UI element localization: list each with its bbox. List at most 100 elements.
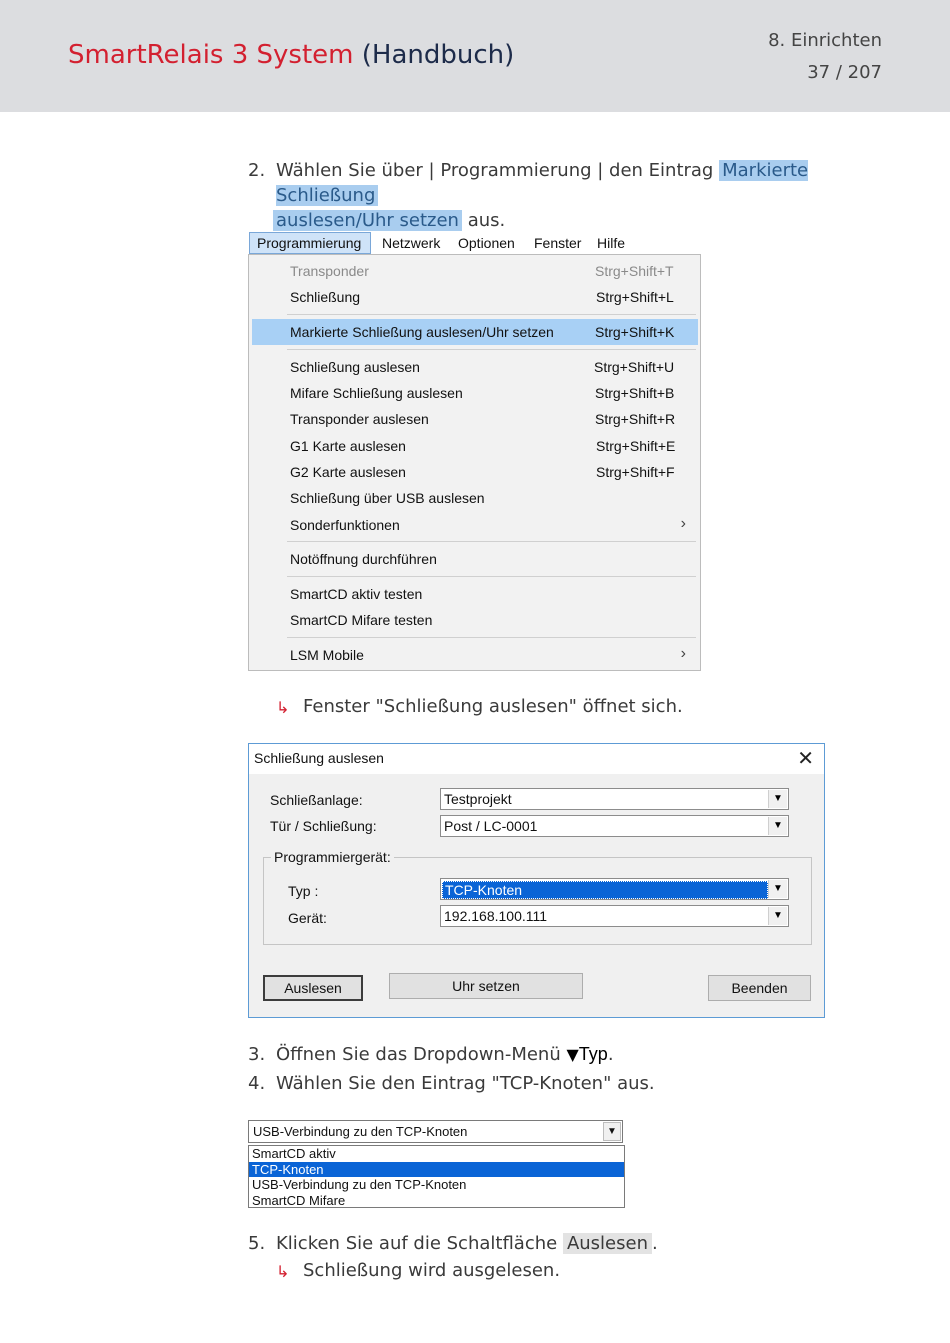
menu-item-schliessung[interactable]: Schließung Strg+Shift+L (249, 284, 700, 310)
auslesen-button[interactable]: Auslesen (263, 975, 363, 1001)
menu-separator (287, 576, 696, 577)
step-5-text: Klicken Sie auf die Schaltfläche Auslese… (276, 1231, 658, 1256)
beenden-button[interactable]: Beenden (708, 975, 811, 1001)
menu-item-label: LSM Mobile (290, 647, 364, 663)
tuer-label: Tür / Schließung: (270, 818, 377, 834)
menu-item-sonderfunktionen[interactable]: Sonderfunktionen › (249, 512, 700, 538)
page-number: 37 / 207 (807, 62, 882, 83)
chevron-down-icon[interactable]: ▼ (768, 790, 787, 808)
result-arrow-icon: ↳ (276, 1262, 290, 1281)
menu-item-smartcd-aktiv-testen[interactable]: SmartCD aktiv testen (249, 581, 700, 607)
typ-combobox[interactable]: USB-Verbindung zu den TCP-Knoten ▼ (248, 1120, 623, 1143)
typ-reference: Typ (578, 1044, 608, 1064)
menu-item-label: Transponder auslesen (290, 411, 429, 427)
menu-programmierung[interactable]: Programmierung (257, 235, 361, 251)
menu-item-label: G2 Karte auslesen (290, 464, 406, 480)
menu-item-mifare-schliessung-auslesen[interactable]: Mifare Schließung auslesen Strg+Shift+B (249, 380, 700, 406)
result-1-text: Fenster "Schließung auslesen" öffnet sic… (303, 696, 683, 717)
uhr-setzen-button[interactable]: Uhr setzen (389, 973, 583, 999)
menu-item-label: SmartCD Mifare testen (290, 612, 433, 628)
schliessung-auslesen-dialog: Schließung auslesen ✕ Schließanlage: Tes… (248, 743, 825, 1018)
step-3-end: . (607, 1044, 614, 1065)
programmierung-menu: Transponder Strg+Shift+T Schließung Strg… (248, 254, 701, 671)
menu-item-label: Transponder (290, 263, 369, 279)
step-number-5: 5. (248, 1233, 266, 1254)
dropdown-option-tcp-knoten[interactable]: TCP-Knoten (249, 1161, 624, 1177)
dropdown-option-smartcd-mifare[interactable]: SmartCD Mifare (249, 1193, 624, 1209)
option-label: SmartCD Mifare (252, 1192, 346, 1208)
document-title: SmartRelais 3 System (Handbuch) (68, 40, 514, 70)
chevron-down-icon[interactable]: ▼ (768, 907, 787, 925)
geraet-select[interactable]: 192.168.100.111 ▼ (440, 905, 789, 927)
tuer-select[interactable]: Post / LC-0001 ▼ (440, 815, 789, 837)
programmiergeraet-group (263, 857, 812, 945)
dropdown-arrow-icon: ▼ (566, 1045, 579, 1064)
menu-item-shortcut: Strg+Shift+R (595, 411, 676, 427)
menu-item-g2-karte-auslesen[interactable]: G2 Karte auslesen Strg+Shift+F (249, 459, 700, 485)
menu-item-shortcut: Strg+Shift+L (596, 289, 674, 305)
step-4-text: Wählen Sie den Eintrag "TCP-Knoten" aus. (276, 1073, 655, 1094)
close-icon[interactable]: ✕ (797, 746, 814, 771)
dropdown-option-usb-verbindung[interactable]: USB-Verbindung zu den TCP-Knoten (249, 1177, 624, 1193)
menu-item-smartcd-mifare-testen[interactable]: SmartCD Mifare testen (249, 607, 700, 633)
chevron-right-icon: › (680, 645, 686, 662)
menu-item-g1-karte-auslesen[interactable]: G1 Karte auslesen Strg+Shift+E (249, 433, 700, 459)
menu-item-label: Schließung (290, 289, 361, 305)
schliessanlage-label: Schließanlage: (270, 792, 363, 808)
chevron-down-icon[interactable]: ▼ (768, 817, 787, 835)
menu-separator (287, 541, 696, 542)
menu-item-shortcut: Strg+Shift+K (595, 324, 675, 340)
menu-separator (287, 637, 696, 638)
menu-item-shortcut: Strg+Shift+U (594, 359, 675, 375)
chevron-right-icon: › (680, 515, 686, 532)
menu-bar: Programmierung Netzwerk Optionen Fenster… (248, 231, 700, 255)
geraet-value: 192.168.100.111 (444, 908, 548, 924)
dropdown-option-smartcd-aktiv[interactable]: SmartCD aktiv (249, 1146, 624, 1162)
typ-select[interactable]: TCP-Knoten ▼ (440, 878, 789, 900)
typ-value: TCP-Knoten (442, 881, 768, 899)
menu-item-markierte-schliessung[interactable]: Markierte Schließung auslesen/Uhr setzen… (252, 319, 698, 345)
menu-netzwerk[interactable]: Netzwerk (382, 235, 440, 251)
chevron-down-icon[interactable]: ▼ (768, 880, 787, 898)
schliessanlage-select[interactable]: Testprojekt ▼ (440, 788, 789, 810)
menu-entry-highlight-2: auslesen/Uhr setzen (273, 210, 462, 231)
typ-dropdown-list: SmartCD aktiv TCP-Knoten USB-Verbindung … (248, 1145, 625, 1208)
step-2-instruction: Wählen Sie über | Programmierung | den E… (276, 160, 714, 181)
menu-separator (287, 349, 696, 350)
auslesen-button-reference: Auslesen (562, 1233, 652, 1254)
menu-item-label: Markierte Schließung auslesen/Uhr setzen (290, 324, 554, 340)
menu-item-lsm-mobile[interactable]: LSM Mobile › (249, 642, 700, 668)
menu-separator (287, 314, 696, 315)
menu-item-label: Schließung auslesen (290, 359, 420, 375)
menu-item-label: Schließung über USB auslesen (290, 490, 485, 506)
brand-subtitle: (Handbuch) (361, 40, 515, 70)
step-number-3: 3. (248, 1044, 266, 1065)
chapter-title: 8. Einrichten (768, 30, 882, 51)
step-5-end: . (651, 1233, 658, 1254)
chevron-down-icon[interactable]: ▼ (603, 1122, 621, 1141)
step-2-end: aus. (467, 210, 506, 231)
menu-item-label: SmartCD aktiv testen (290, 586, 423, 602)
option-label: USB-Verbindung zu den TCP-Knoten (252, 1177, 467, 1192)
step-number-4: 4. (248, 1073, 266, 1094)
brand-name: SmartRelais 3 System (68, 40, 354, 70)
option-label: TCP-Knoten (252, 1161, 324, 1177)
menu-item-schliessung-usb-auslesen[interactable]: Schließung über USB auslesen (249, 485, 700, 511)
menu-optionen[interactable]: Optionen (458, 235, 515, 251)
step-3-instruction: Öffnen Sie das Dropdown-Menü (276, 1044, 561, 1065)
menu-item-schliessung-auslesen[interactable]: Schließung auslesen Strg+Shift+U (249, 354, 700, 380)
step-3-text: Öffnen Sie das Dropdown-Menü ▼Typ. (276, 1042, 614, 1067)
menu-item-shortcut: Strg+Shift+B (595, 385, 675, 401)
schliessanlage-value: Testprojekt (444, 791, 512, 807)
dialog-title: Schließung auslesen (254, 750, 384, 766)
dialog-title-bar: Schließung auslesen ✕ (249, 744, 824, 774)
menu-item-transponder-auslesen[interactable]: Transponder auslesen Strg+Shift+R (249, 406, 700, 432)
result-2-text: Schließung wird ausgelesen. (303, 1260, 561, 1281)
step-number-2: 2. (248, 160, 266, 181)
menu-item-notoeffnung[interactable]: Notöffnung durchführen (249, 546, 700, 572)
step-2-text: Wählen Sie über | Programmierung | den E… (273, 158, 876, 233)
menu-hilfe[interactable]: Hilfe (597, 235, 625, 251)
combobox-value: USB-Verbindung zu den TCP-Knoten (253, 1124, 468, 1139)
menu-fenster[interactable]: Fenster (534, 235, 581, 251)
step-5-instruction: Klicken Sie auf die Schaltfläche (276, 1233, 558, 1254)
